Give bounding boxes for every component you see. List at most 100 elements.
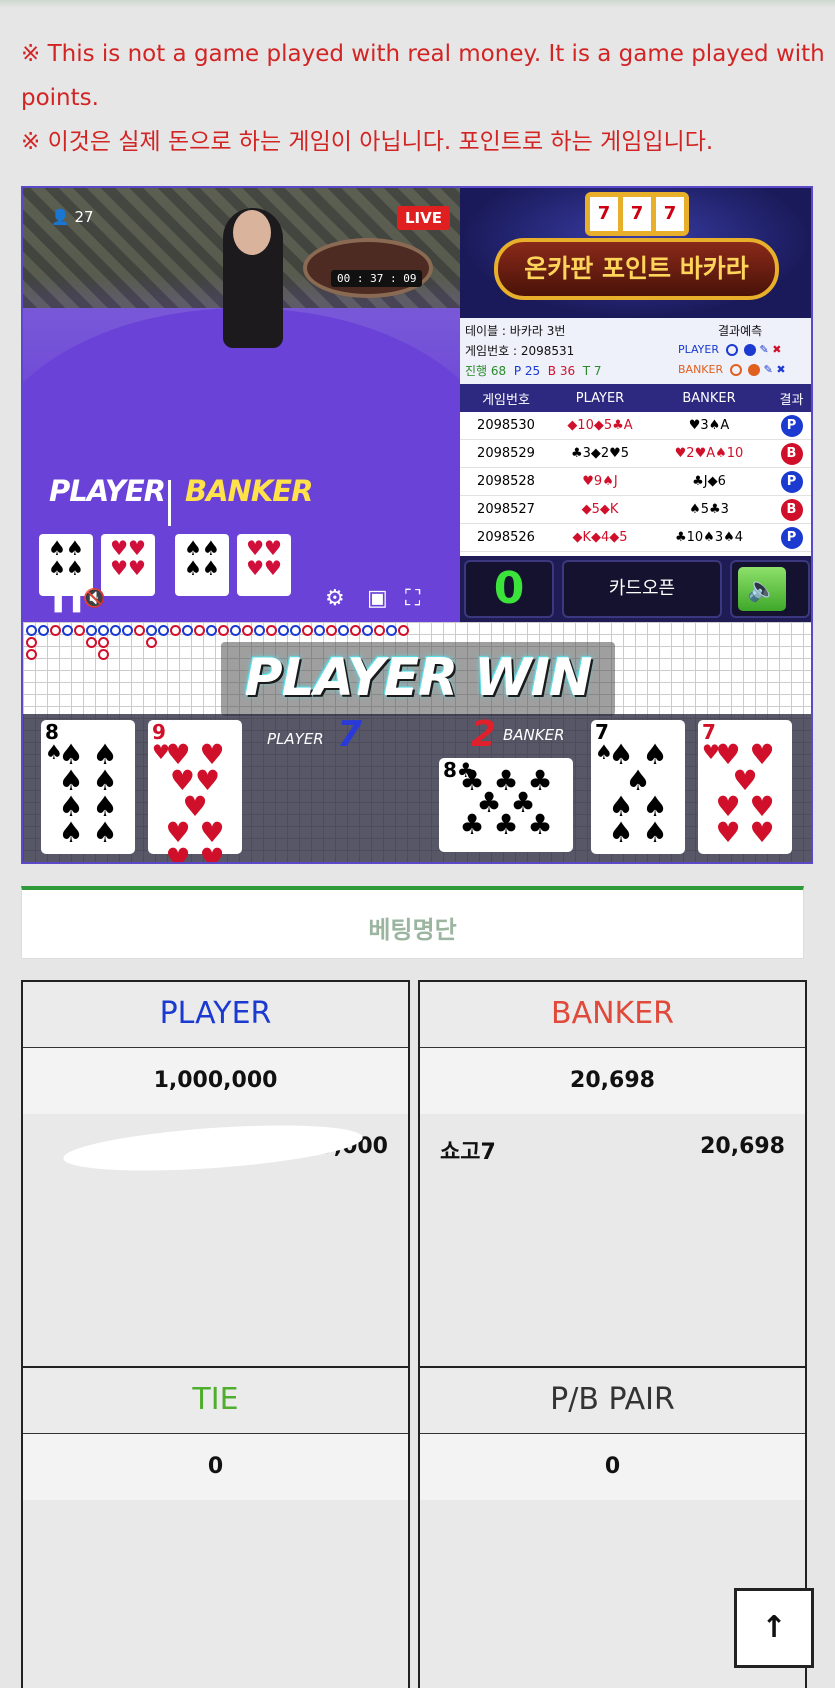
road-bead [86, 637, 97, 648]
history-banker: ♣J◆6 [692, 474, 726, 489]
history-no: 2098530 [477, 418, 535, 433]
road-bead [326, 625, 337, 636]
close-icon[interactable]: ✖ [776, 363, 785, 376]
predict-dot-icon[interactable] [744, 344, 756, 356]
banker-bet-total: 20,698 [420, 1048, 805, 1114]
pause-icon[interactable]: ❚❚ [49, 588, 86, 613]
history-banker: ♣10♠3♠4 [674, 530, 744, 545]
col-banker: BANKER [682, 390, 736, 406]
road-bead [146, 625, 157, 636]
table-divider [168, 480, 171, 526]
slot-reel: 7 [656, 197, 684, 231]
banker-bet-panel: BANKER 20,698 쇼고7 20,698 [418, 980, 807, 1368]
predict-circle-icon[interactable] [725, 344, 738, 356]
history-row: 2098529 ♣3◆2♥5 ♥2♥A♠10 B [460, 440, 811, 468]
roulette-wheel [303, 238, 433, 298]
table-label: 테이블 : 바카라 3번 [465, 324, 566, 338]
mute-icon[interactable]: 🔇 [83, 588, 105, 609]
result-badge: B [780, 498, 803, 521]
road-bead [278, 625, 289, 636]
pair-bet-title: P/B PAIR [420, 1368, 805, 1434]
game-number: 게임번호 : 2098531 [465, 344, 575, 358]
pip-icon[interactable]: ▣ [367, 586, 388, 611]
settings-icon[interactable]: ⚙ [325, 586, 345, 611]
history-player: ♣3◆2♥5 [570, 446, 630, 461]
history-row: 2098528 ♥9♠J ♣J◆6 P [460, 468, 811, 496]
banker-score: 2 [471, 714, 497, 755]
player-score: 7 [337, 714, 363, 755]
history-player: ◆10◆5♣A [567, 418, 633, 433]
road-bead [86, 625, 97, 636]
road-bead [242, 625, 253, 636]
history-banker: ♠5♣3 [689, 502, 729, 517]
road-bead [110, 625, 121, 636]
pencil-icon[interactable]: ✎ [764, 363, 773, 376]
table-player-text: PLAYER [49, 474, 166, 508]
road-bead [350, 625, 361, 636]
table-banker-text: BANKER [185, 474, 313, 508]
history-banker: ♥2♥A♠10 [674, 446, 744, 461]
progress-count: 진행 68 [465, 364, 507, 378]
viewer-count-value: 27 [74, 208, 94, 226]
history-no: 2098529 [477, 446, 535, 461]
fullscreen-icon[interactable]: ⛶ [405, 586, 420, 611]
card-open-button[interactable]: 카드오픈 [562, 560, 722, 618]
road-bead [374, 625, 385, 636]
slot-reel: 7 [623, 197, 651, 231]
player-bet-panel: PLAYER 1,000,000 1,000,000 [21, 980, 410, 1368]
banker-score-label: BANKER [503, 726, 565, 744]
user-icon: 👤 [51, 208, 70, 226]
road-bead [98, 649, 109, 660]
card-pips: ♠ ♠ ♠ ♠ ♠ ♠ ♠ [608, 738, 668, 849]
banker-count: B 36 [547, 364, 576, 378]
banker-bet-title: BANKER [420, 982, 805, 1048]
tie-bet-title: TIE [23, 1368, 408, 1434]
betting-list-title: 베팅명단 [368, 916, 457, 944]
live-badge: LIVE [397, 206, 450, 230]
history-row: 2098527 ◆5◆K ♠5♣3 B [460, 496, 811, 524]
history-no: 2098528 [477, 474, 535, 489]
bet-entry-name: 쇼고7 [440, 1140, 496, 1165]
road-bead [38, 625, 49, 636]
baccarat-game-panel: 00 : 37 : 09 👤 27 LIVE PLAYER BANKER ♠♠ ♠♠… [21, 186, 813, 864]
road-bead [122, 625, 133, 636]
road-bead [134, 625, 145, 636]
card-pips: ♥ ♥ ♥♥♥ ♥ ♥ ♥ ♥ [165, 738, 225, 864]
road-bead [146, 637, 157, 648]
prediction-label: 결과예측 [718, 324, 763, 338]
slot-machine-graphic: 7 7 7 [585, 192, 689, 236]
road-bead [302, 625, 313, 636]
betting-list-header: 베팅명단 [21, 886, 804, 959]
col-game-no: 게임번호 [482, 392, 530, 408]
tie-bet-total: 0 [23, 1434, 408, 1500]
game-logo: 온카판 포인트 바카라 [494, 238, 779, 300]
predict-circle-icon[interactable] [729, 364, 742, 376]
history-row: 2098530 ◆10◆5♣A ♥3♠A P [460, 412, 811, 440]
win-text: PLAYER WIN [244, 648, 592, 708]
road-bead [386, 625, 397, 636]
road-bead [62, 625, 73, 636]
speaker-icon: 🔈 [738, 567, 786, 611]
road-bead [362, 625, 373, 636]
banker-card: 8♣ ♣ ♣ ♣ ♣ ♣ ♣ ♣ ♣ [439, 758, 573, 852]
history-player: ◆5◆K [581, 502, 619, 517]
player-bet-entry: 1,000,000 [23, 1114, 408, 1180]
pencil-icon[interactable]: ✎ [760, 343, 769, 356]
result-badge: P [780, 470, 803, 493]
road-bead [218, 625, 229, 636]
result-badge: P [780, 414, 803, 437]
close-icon[interactable]: ✖ [772, 343, 781, 356]
banker-bet-entry: 쇼고7 20,698 [420, 1114, 805, 1180]
roulette-timer: 00 : 37 : 09 [331, 270, 423, 287]
sound-button[interactable]: 🔈 [730, 560, 810, 618]
predict-player-label: PLAYER [678, 343, 719, 356]
scroll-top-button[interactable]: ↑ [734, 1588, 814, 1668]
road-bead [26, 637, 37, 648]
result-cards: 8 ♠ ♠ ♠ ♠ ♠ ♠ ♠ ♠ ♠ 9 ♥ ♥ ♥ ♥♥♥ ♥ ♥ ♥ ♥ PLAYER 7… [23, 714, 811, 864]
road-bead [206, 625, 217, 636]
win-banner: PLAYER WIN [221, 642, 615, 716]
live-video[interactable]: 00 : 37 : 09 👤 27 LIVE PLAYER BANKER ♠♠ ♠♠… [23, 188, 460, 622]
col-player: PLAYER [575, 390, 625, 406]
predict-dot-icon[interactable] [748, 364, 761, 376]
bet-entry-amount: 20,698 [700, 1134, 785, 1159]
